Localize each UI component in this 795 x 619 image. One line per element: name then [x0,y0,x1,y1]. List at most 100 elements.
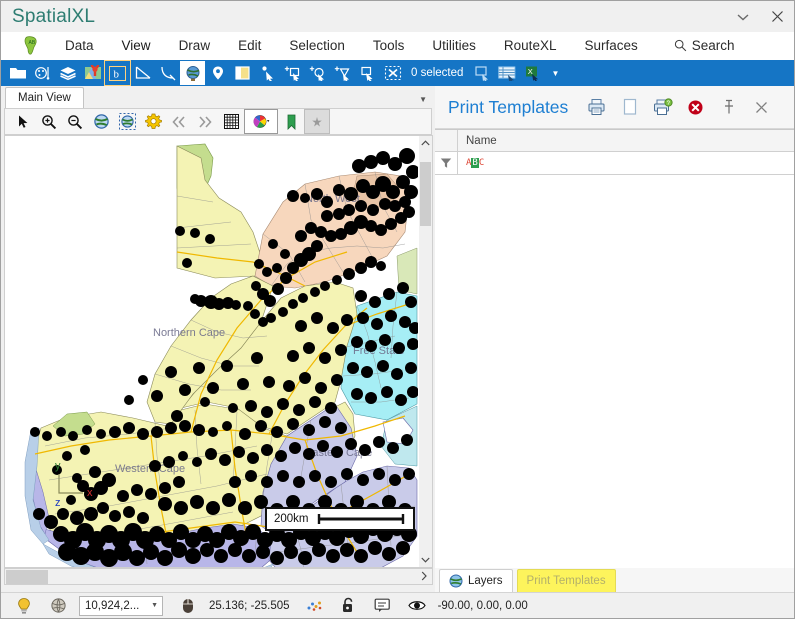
close-button[interactable] [760,2,794,32]
table-view-icon[interactable] [495,61,520,85]
map-panel: Main View ▼ Northern Cape North West Fre… [1,86,435,592]
map-vertical-scrollbar[interactable] [419,135,433,568]
next-extent-icon[interactable] [192,109,218,134]
panel-tab-strip: Layers Print Templates [435,568,794,592]
measure-curve-icon[interactable] [155,61,180,85]
scale-bar-ruler [317,514,404,524]
svg-text:AB: AB [29,40,36,46]
copy-selection-icon[interactable] [470,61,495,85]
map-canvas[interactable]: Northern Cape North West Free State West… [4,135,419,568]
grid-column-name[interactable]: Name [458,130,794,151]
chevron-down-icon[interactable]: ▼ [419,95,427,108]
scale-bar: 200km [265,507,415,531]
camera-readout: -90.00, 0.00, 0.00 [437,599,528,612]
menu-item-surfaces[interactable]: Surfaces [584,33,637,59]
map-toolbar [4,108,432,135]
palette-layers-icon[interactable] [30,61,55,85]
select-point-icon[interactable] [255,61,280,85]
filter-input-cell[interactable]: ABC [458,152,794,174]
svg-text:X: X [528,67,533,76]
application-window: SpatialXL AB Data View Draw Edit Selecti… [0,0,795,619]
scroll-thumb-vertical[interactable] [420,162,431,226]
status-bar: 10,924,2... ▼ 25.136; -25.505 -90.00, 0.… [1,592,794,618]
scatter-points-icon[interactable] [298,594,332,618]
star-icon[interactable] [304,109,330,134]
coordinates-readout: 25.136; -25.505 [209,599,290,612]
layers-stack-icon[interactable] [55,61,80,85]
grid-body-empty[interactable] [435,175,794,567]
menu-item-tools[interactable]: Tools [373,33,405,59]
zoom-out-icon[interactable] [62,109,88,134]
chevron-down-icon[interactable]: ▼ [151,602,158,609]
clear-selection-icon[interactable] [380,61,405,85]
grid-corner-cell [435,130,458,151]
open-folder-icon[interactable] [5,61,30,85]
abc-match-icon[interactable]: ABC [466,158,484,168]
grid-header-row: Name [435,130,794,152]
menu-bar: AB Data View Draw Edit Selection Tools U… [1,32,794,62]
scroll-thumb-horizontal[interactable] [6,569,48,584]
new-page-icon[interactable] [613,92,646,122]
print-preview-icon[interactable]: ? [646,92,679,122]
lightbulb-icon[interactable] [7,594,41,618]
grid-icon[interactable] [218,109,244,134]
chevron-right-icon[interactable] [416,571,432,583]
menu-item-view[interactable]: View [120,33,152,62]
menu-item-draw[interactable]: Draw [179,33,211,59]
print-templates-panel: Print Templates ? Name A B C Layers Prin… [435,86,794,592]
select-rect-sub-icon[interactable] [355,61,380,85]
export-excel-icon[interactable]: X [520,61,545,85]
chevron-down-icon[interactable] [419,553,432,567]
arrow-select-icon[interactable] [10,109,36,134]
svg-text:b: b [114,68,120,80]
tab-main-view[interactable]: Main View [5,87,84,108]
bing-map-icon[interactable]: b [104,60,131,86]
menu-item-data[interactable]: Data [65,33,94,59]
delete-icon[interactable] [679,92,712,122]
bookmark-flag-icon[interactable] [278,109,304,134]
tooltip-icon[interactable] [366,594,400,618]
chevron-up-icon[interactable] [419,136,432,150]
select-lasso-add-icon[interactable] [330,61,355,85]
globe-icon[interactable] [180,61,205,85]
map-horizontal-scrollbar[interactable] [4,568,433,585]
settings-gear-icon[interactable] [140,109,166,134]
unlock-icon[interactable] [332,594,366,618]
africa-map-logo[interactable]: AB [13,33,51,59]
previous-extent-icon[interactable] [166,109,192,134]
axis-label-y: y [55,460,61,472]
filter-funnel-icon[interactable] [435,152,458,174]
scale-bar-label: 200km [274,513,309,525]
zoom-in-icon[interactable] [36,109,62,134]
print-icon[interactable] [580,92,613,122]
pin-marker-icon[interactable] [205,61,230,85]
tab-layers[interactable]: Layers [439,569,513,592]
layout-page-icon[interactable] [230,61,255,85]
globe-icon [449,574,463,588]
measure-angle-icon[interactable] [130,61,155,85]
close-icon[interactable] [745,92,778,122]
close-icon [771,11,783,22]
select-circle-add-icon[interactable] [305,61,330,85]
print-templates-header: Print Templates ? [435,86,794,129]
axis-label-z: z [55,497,61,509]
menu-item-utilities[interactable]: Utilities [432,33,476,59]
minimize-button[interactable] [726,2,760,32]
toolbar-overflow-caret-icon[interactable]: ▼ [545,69,565,78]
google-map-pin-icon[interactable] [80,61,105,85]
zoom-selection-globe-icon[interactable] [114,109,140,134]
eye-icon[interactable] [400,594,434,618]
menu-item-routexl[interactable]: RouteXL [504,33,557,59]
search-box[interactable]: Search [674,38,735,53]
tab-print-templates-label: Print Templates [526,575,606,587]
select-rect-add-icon[interactable] [280,61,305,85]
main-toolbar: b 0 selected X ▼ [1,60,794,86]
theme-colors-icon[interactable] [244,109,278,134]
zoom-extent-globe-icon[interactable] [88,109,114,134]
menu-item-edit[interactable]: Edit [238,33,261,59]
scale-combo[interactable]: 10,924,2... ▼ [79,595,163,616]
menu-item-selection[interactable]: Selection [289,33,345,59]
globe-grey-icon[interactable] [41,594,75,618]
tab-print-templates[interactable]: Print Templates [516,569,616,592]
pin-icon[interactable] [712,92,745,122]
